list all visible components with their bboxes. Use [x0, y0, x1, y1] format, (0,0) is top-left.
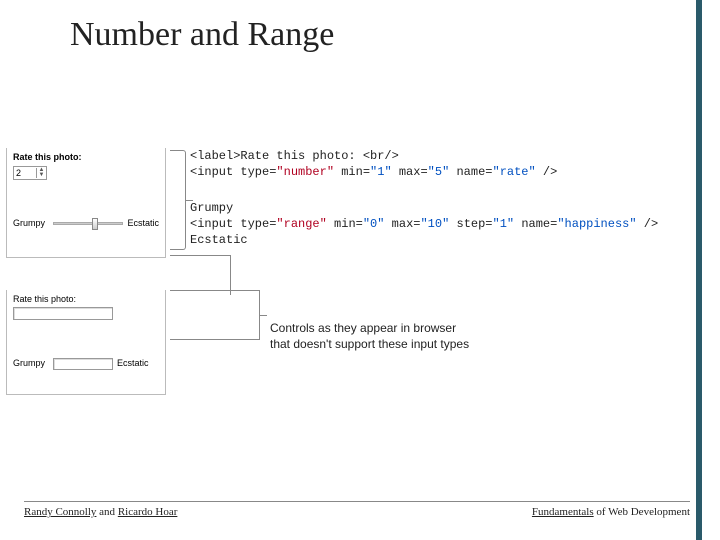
brace-connector-mid [230, 255, 231, 295]
slider-label-right: Ecstatic [127, 218, 159, 228]
label-grumpy-2: Grumpy [13, 358, 53, 370]
code-number-input: <label>Rate this photo: <br/> <input typ… [190, 148, 557, 180]
number-input[interactable]: 2 ▲▼ [13, 166, 47, 180]
slider-label-left: Grumpy [13, 218, 49, 228]
demo-supported: Rate this photo: 2 ▲▼ Grumpy Ecstatic [6, 148, 166, 258]
footer-authors: Randy Connolly and Ricardo Hoar [24, 506, 177, 518]
fallback-text-input-2[interactable] [53, 358, 113, 370]
caption-unsupported: Controls as they appear in browser that … [270, 320, 469, 352]
range-slider[interactable] [53, 222, 123, 225]
spinner-icon[interactable]: ▲▼ [36, 168, 46, 178]
rate-label-2: Rate this photo: [13, 294, 159, 304]
fallback-text-input-1[interactable] [13, 307, 113, 320]
label-ecstatic-2: Ecstatic [117, 358, 149, 370]
footer: Randy Connolly and Ricardo Hoar Fundamen… [24, 501, 690, 518]
code-range-input: Grumpy <input type="range" min="0" max="… [190, 200, 658, 249]
rate-label-1: Rate this photo: [13, 152, 159, 162]
slide-title: Number and Range [70, 16, 334, 54]
number-value: 2 [14, 168, 36, 178]
accent-bar [696, 0, 702, 540]
demo-unsupported: Rate this photo: Grumpy Ecstatic [6, 290, 166, 395]
slider-thumb[interactable] [92, 218, 98, 230]
brace-connector-top [170, 150, 186, 250]
footer-book-title: Fundamentals of Web Development [532, 506, 690, 518]
brace-connector-bottom [170, 290, 260, 340]
